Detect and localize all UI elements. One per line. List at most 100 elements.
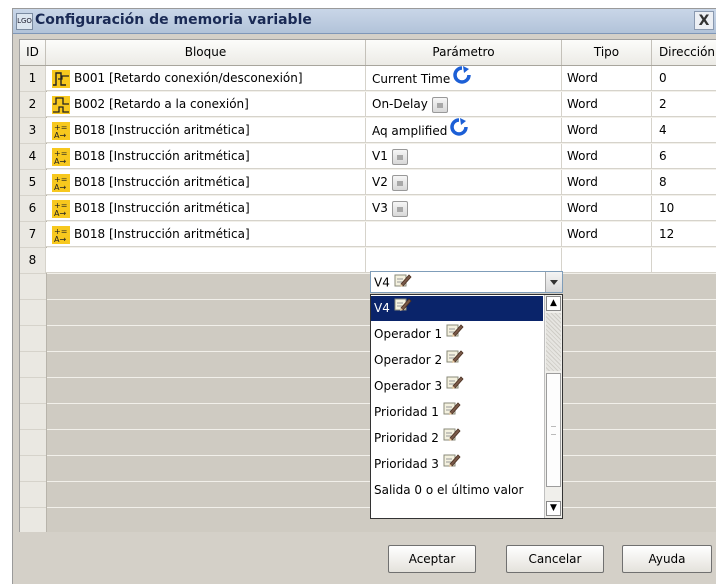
header-parameter[interactable]: Parámetro [366,40,562,65]
table-row[interactable]: 2 B002 [Retardo a la conexión] On-Delay Wor… [20,92,716,117]
scroll-thumb[interactable] [546,373,561,487]
dropdown-option[interactable]: Salida 0 o el último valor [371,478,543,503]
lock-icon[interactable] [391,200,408,217]
dropdown-option[interactable]: Operador 1 [371,322,543,347]
row-id: 2 [20,92,46,117]
address-cell: 2 [659,97,667,111]
type-cell [562,248,652,273]
title-bar[interactable]: LGO Configuración de memoria variable X [13,9,716,34]
type-cell: Word [562,118,652,143]
pencil-icon [443,400,461,425]
dropdown-option[interactable]: Operador 2 [371,348,543,373]
parameter-cell[interactable]: V1 [366,144,562,169]
block-label: B018 [Instrucción aritmética] [74,149,250,163]
arithmetic-icon: += A→ [52,147,70,166]
lock-icon[interactable] [431,96,448,113]
block-cell[interactable]: += A→ B018 [Instrucción aritmética] [46,118,366,143]
header-type[interactable]: Tipo [562,40,652,65]
arithmetic-icon: += A→ [52,225,70,244]
dropdown-option-label: Prioridad 3 [374,457,439,471]
dropdown-option-label: Operador 2 [374,353,443,367]
dropdown-option[interactable]: Prioridad 1 [371,400,543,425]
dropdown-option-label: V4 [374,301,390,315]
type-cell: Word [562,66,652,91]
type-cell: Word [562,144,652,169]
pencil-icon [446,374,464,399]
block-cell[interactable]: += A→ B018 [Instrucción aritmética] [46,170,366,195]
pencil-icon [394,272,412,294]
refresh-icon[interactable] [453,66,472,91]
parameter-cell[interactable]: Current Time [366,66,562,91]
pencil-icon [443,452,461,477]
address-cell: 4 [659,123,667,137]
arithmetic-icon: += A→ [52,121,70,140]
block-label: B001 [Retardo conexión/desconexión] [74,71,303,85]
dropdown-option[interactable]: V4 [371,296,543,321]
parameter-cell[interactable]: Aq amplified [366,118,562,143]
pencil-icon [443,426,461,451]
header-id[interactable]: ID [20,40,46,65]
type-cell: Word [562,170,652,195]
block-cell[interactable] [46,248,366,273]
block-cell[interactable]: += A→ B018 [Instrucción aritmética] [46,196,366,221]
help-button[interactable]: Ayuda [622,545,712,573]
block-cell[interactable]: B001 [Retardo conexión/desconexión] [46,66,366,91]
scroll-down-button[interactable]: ▼ [546,501,561,516]
table-row[interactable]: 4 += A→ B018 [Instrucción aritmética] V1 Word… [20,144,716,169]
dropdown-option-label: Salida 0 o el último valor [374,483,524,497]
row-id: 7 [20,222,46,247]
pencil-icon [446,348,464,373]
lock-icon[interactable] [391,148,408,165]
grid-header: ID Bloque Parámetro Tipo Dirección [20,40,716,66]
block-label: B018 [Instrucción aritmética] [74,201,250,215]
variable-memory-grid: ID Bloque Parámetro Tipo Dirección 1 B001… [19,39,716,532]
block-label: B018 [Instrucción aritmética] [74,123,250,137]
block-label: B018 [Instrucción aritmética] [74,175,250,189]
dropdown-option-label: Operador 1 [374,327,443,341]
on-off-delay-icon [52,69,70,88]
dropdown-option[interactable]: Operador 3 [371,374,543,399]
cancel-button[interactable]: Cancelar [506,545,604,573]
row-id: 6 [20,196,46,221]
table-row[interactable]: 7 += A→ B018 [Instrucción aritmética] Word 12 [20,222,716,247]
dropdown-option[interactable]: Prioridad 3 [371,452,543,477]
type-cell: Word [562,92,652,117]
refresh-icon[interactable] [450,118,469,143]
block-cell[interactable]: B002 [Retardo a la conexión] [46,92,366,117]
parameter-cell[interactable] [366,222,562,247]
address-cell: 10 [659,201,675,215]
block-label: B002 [Retardo a la conexión] [74,97,249,111]
dropdown-scrollbar[interactable]: ▲ ▼ [544,295,562,518]
block-cell[interactable]: += A→ B018 [Instrucción aritmética] [46,144,366,169]
dropdown-option[interactable]: Prioridad 2 [371,426,543,451]
address-cell: 8 [659,175,667,189]
accept-button[interactable]: Aceptar [388,545,476,573]
parameter-cell[interactable]: V3 [366,196,562,221]
close-button[interactable]: X [694,11,714,30]
table-row[interactable]: 8 [20,248,716,273]
svg-text:A→: A→ [54,209,66,218]
table-row[interactable]: 1 B001 [Retardo conexión/desconexión] Curr… [20,66,716,91]
svg-text:A→: A→ [54,183,66,192]
table-row[interactable]: 6 += A→ B018 [Instrucción aritmética] V3 Word… [20,196,716,221]
combobox-dropdown-button[interactable] [545,272,562,292]
scroll-up-button[interactable]: ▲ [546,296,561,311]
parameter-cell[interactable]: On-Delay [366,92,562,117]
table-row[interactable]: 3 += A→ B018 [Instrucción aritmética] Aq amp… [20,118,716,143]
parameter-dropdown-list: V4 Operador 1 Operador 2 Operador 3 Priorida… [370,294,563,519]
lock-icon[interactable] [391,174,408,191]
header-block[interactable]: Bloque [46,40,366,65]
parameter-cell[interactable] [366,248,562,273]
block-cell[interactable]: += A→ B018 [Instrucción aritmética] [46,222,366,247]
pencil-icon [446,322,464,347]
dropdown-option-label: Operador 3 [374,379,443,393]
combobox-selected-text: V4 [374,275,390,290]
pencil-icon [394,296,412,321]
header-address[interactable]: Dirección [652,40,716,65]
parameter-combobox[interactable]: V4 [370,271,563,293]
scroll-track[interactable] [546,313,561,371]
parameter-cell[interactable]: V2 [366,170,562,195]
row-id: 8 [20,248,46,273]
table-row[interactable]: 5 += A→ B018 [Instrucción aritmética] V2 Word… [20,170,716,195]
svg-text:A→: A→ [54,157,66,166]
